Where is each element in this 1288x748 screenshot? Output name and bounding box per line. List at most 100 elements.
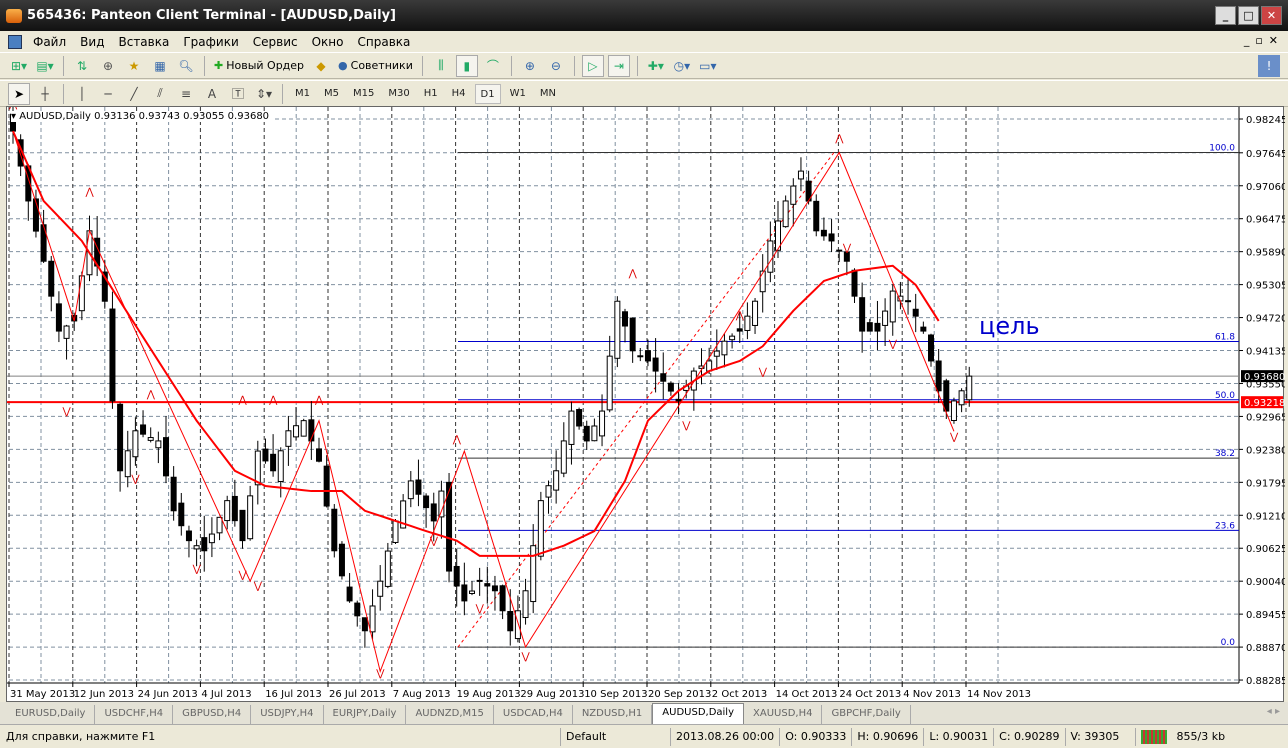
auto-scroll-icon[interactable]: ▷ <box>581 54 604 77</box>
menu-help[interactable]: Справка <box>351 35 418 49</box>
mdi-restore-button[interactable]: ▫ <box>1255 34 1262 47</box>
terminal-icon[interactable]: ▦ <box>149 55 171 77</box>
fibonacci-icon[interactable]: ≡ <box>175 83 197 105</box>
zoom-out-icon[interactable]: ⊖ <box>545 55 567 77</box>
new-order-label: Новый Ордер <box>226 59 305 72</box>
timeframe-w1[interactable]: W1 <box>505 84 531 104</box>
new-order-button[interactable]: ✚ Новый Ордер <box>212 55 306 77</box>
trendline-icon[interactable]: ╱ <box>123 83 145 105</box>
alert-icon[interactable]: ◆ <box>310 55 332 77</box>
maximize-button[interactable]: □ <box>1238 6 1259 25</box>
timeframe-d1[interactable]: D1 <box>474 83 501 104</box>
bull-candle <box>882 310 889 326</box>
date-tick-label: 20 Sep 2013 <box>648 689 711 700</box>
chart-canvas[interactable]: 0.98245 0.97645 0.97060 0.96475 0.95890 0.953… <box>7 107 1285 703</box>
chart-system-icon[interactable] <box>8 34 22 49</box>
chart-tab[interactable]: USDCHF,H4 <box>95 705 174 724</box>
fractal-up-arrow: ⋀ <box>834 133 844 144</box>
candlestick-icon[interactable]: ▮ <box>455 54 478 77</box>
fractal-down-arrow: ⋁ <box>238 570 248 581</box>
bull-candle <box>759 270 766 293</box>
experts-button[interactable]: ● Советники <box>336 55 415 77</box>
price-tick-label: 0.92380 <box>1246 445 1285 456</box>
profiles-icon[interactable]: ▤▾ <box>34 55 56 77</box>
bear-candle <box>423 495 430 509</box>
bear-candle <box>270 453 277 472</box>
chart-tab[interactable]: NZDUSD,H1 <box>573 705 653 724</box>
chart-tab[interactable]: USDCAD,H4 <box>494 705 573 724</box>
chart-tab[interactable]: AUDUSD,Daily <box>652 703 745 724</box>
timeframe-h1[interactable]: H1 <box>419 84 443 104</box>
bear-candle <box>185 530 192 542</box>
menu-window[interactable]: Окно <box>305 35 351 49</box>
equidistant-channel-icon[interactable]: ⫽ <box>149 83 171 105</box>
text-label-icon[interactable]: 🅃 <box>227 83 249 105</box>
collapse-icon[interactable]: ▾ <box>11 111 19 122</box>
cursor-icon[interactable]: ➤ <box>8 82 30 105</box>
timeframe-m1[interactable]: M1 <box>290 84 315 104</box>
bear-candle <box>828 233 835 242</box>
messages-icon[interactable]: ! <box>1258 54 1280 77</box>
bear-candle <box>178 502 185 527</box>
date-tick-label: 16 Jul 2013 <box>265 689 322 700</box>
menu-charts[interactable]: Графики <box>176 35 245 49</box>
timeframe-m30[interactable]: M30 <box>383 84 414 104</box>
vertical-line-icon[interactable]: │ <box>71 83 93 105</box>
tab-scroll-arrows[interactable]: ◂ ▸ <box>1267 706 1280 717</box>
bar-chart-icon[interactable]: ⫼ <box>430 55 452 77</box>
timeframe-mn[interactable]: MN <box>535 84 561 104</box>
fib-level-label: 50.0 <box>1215 391 1235 401</box>
mdi-close-button[interactable]: ✕ <box>1269 34 1278 47</box>
fractal-down-arrow: ⋁ <box>192 564 202 575</box>
bear-candle <box>866 322 873 332</box>
timeframe-m5[interactable]: M5 <box>319 84 344 104</box>
menu-file[interactable]: Файл <box>26 35 73 49</box>
minimize-button[interactable]: _ <box>1215 6 1236 25</box>
line-chart-icon[interactable]: ⌒ <box>482 55 504 77</box>
templates-icon[interactable]: ▭▾ <box>697 55 719 77</box>
chart-tab[interactable]: USDJPY,H4 <box>251 705 324 724</box>
chart-tab[interactable]: EURUSD,Daily <box>6 705 96 724</box>
bear-candle <box>170 476 177 512</box>
close-button[interactable]: ✕ <box>1261 6 1282 25</box>
periods-icon[interactable]: ◷▾ <box>671 55 693 77</box>
bear-candle <box>461 584 468 602</box>
menu-tools[interactable]: Сервис <box>246 35 305 49</box>
price-chart[interactable]: 0.98245 0.97645 0.97060 0.96475 0.95890 0.953… <box>6 106 1285 703</box>
bear-candle <box>813 200 820 232</box>
new-chart-icon[interactable]: ⊞▾ <box>8 55 30 77</box>
menu-insert[interactable]: Вставка <box>111 35 176 49</box>
crosshair-icon[interactable]: ┼ <box>34 83 56 105</box>
mdi-minimize-button[interactable]: _ <box>1244 34 1250 47</box>
chart-tab[interactable]: GBPUSD,H4 <box>173 705 252 724</box>
arrows-icon[interactable]: ⇕▾ <box>253 83 275 105</box>
chart-shift-icon[interactable]: ⇥ <box>607 54 630 77</box>
data-window-icon[interactable]: ⊕ <box>97 55 119 77</box>
price-tick-label: 0.98245 <box>1246 115 1285 126</box>
bull-candle <box>469 590 475 594</box>
text-icon[interactable]: A <box>201 83 223 105</box>
bear-candle <box>239 509 246 542</box>
chart-tab[interactable]: XAUUSD,H4 <box>744 705 823 724</box>
standard-toolbar: ⊞▾ ▤▾ ⇅ ⊕ ★ ▦ 🔍︎ ✚ Новый Ордер ◆ ● Советни… <box>0 52 1288 79</box>
indicators-icon[interactable]: ✚▾ <box>645 55 667 77</box>
chart-tab[interactable]: EURJPY,Daily <box>324 705 407 724</box>
price-tick-label: 0.90625 <box>1246 544 1285 555</box>
bull-candle <box>530 545 537 603</box>
horizontal-line-icon[interactable]: ─ <box>97 83 119 105</box>
chart-tab[interactable]: GBPCHF,Daily <box>822 705 911 724</box>
market-watch-icon[interactable]: ⇅ <box>71 55 93 77</box>
bear-candle <box>935 360 942 392</box>
zoom-in-icon[interactable]: ⊕ <box>519 55 541 77</box>
bull-candle <box>752 300 759 326</box>
timeframe-h4[interactable]: H4 <box>447 84 471 104</box>
fractal-down-arrow: ⋁ <box>521 651 531 662</box>
bull-candle <box>224 500 231 522</box>
fractal-up-arrow: ⋀ <box>8 107 18 110</box>
strategy-tester-icon[interactable]: 🔍︎ <box>175 55 197 77</box>
menu-view[interactable]: Вид <box>73 35 111 49</box>
bear-candle <box>346 586 353 602</box>
chart-tab[interactable]: AUDNZD,M15 <box>406 705 494 724</box>
timeframe-m15[interactable]: M15 <box>348 84 379 104</box>
navigator-icon[interactable]: ★ <box>123 55 145 77</box>
